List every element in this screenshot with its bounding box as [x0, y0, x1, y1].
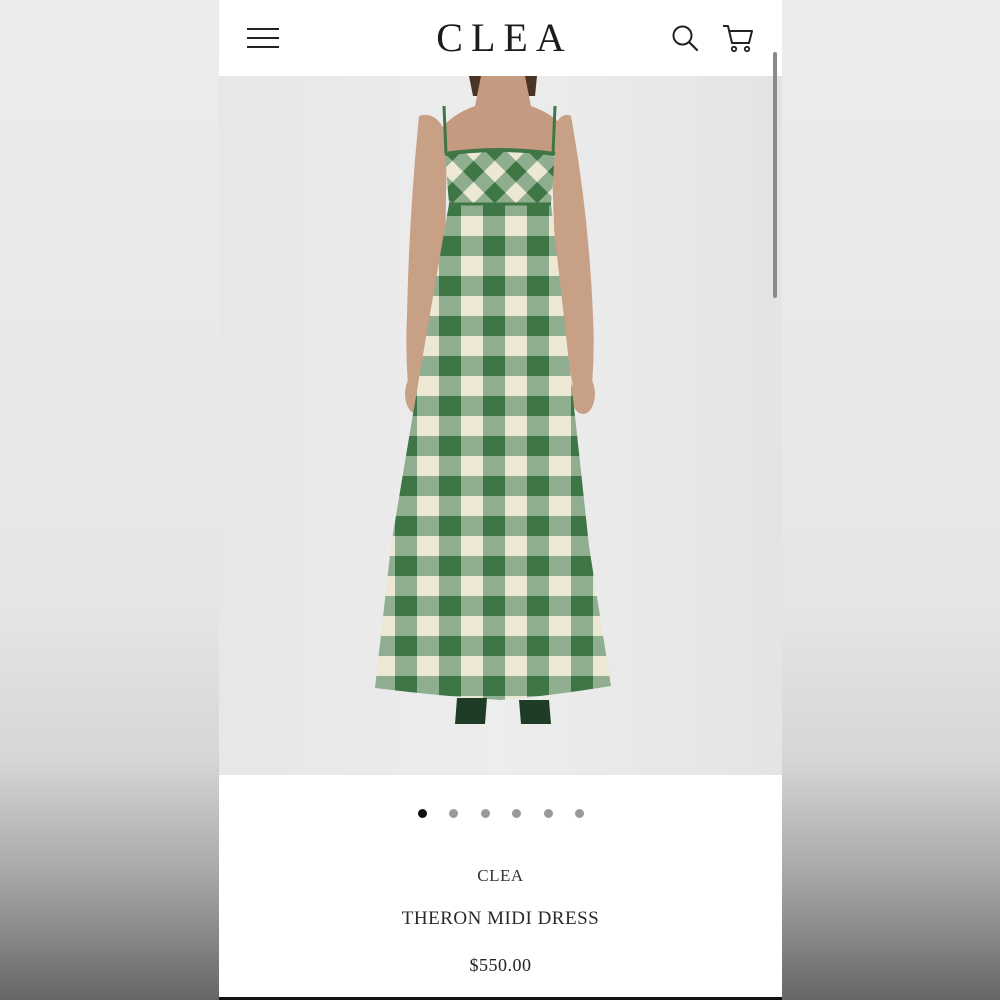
- product-price: $550.00: [469, 955, 532, 975]
- carousel-dot-2[interactable]: [449, 809, 458, 818]
- carousel-dot-5[interactable]: [544, 809, 553, 818]
- search-button[interactable]: [671, 24, 699, 52]
- carousel-dot-4[interactable]: [512, 809, 521, 818]
- cart-button[interactable]: [721, 22, 755, 54]
- search-icon: [672, 25, 699, 52]
- carousel-dot-1[interactable]: [418, 809, 427, 818]
- background-right: [782, 0, 1000, 1000]
- scrollbar[interactable]: [773, 52, 777, 298]
- carousel-dot-6[interactable]: [575, 809, 584, 818]
- shopping-cart-icon: [723, 25, 753, 53]
- product-title: THERON MIDI DRESS: [401, 908, 600, 929]
- product-photo: [375, 76, 611, 724]
- mobile-viewport: CLEA CLEA THERON MIDI DRESS $550.00: [219, 0, 782, 1000]
- product-brand[interactable]: CLEA: [219, 866, 782, 886]
- site-header: CLEA: [219, 0, 782, 76]
- carousel-dots: [219, 809, 782, 819]
- background-left: [0, 0, 219, 1000]
- product-image[interactable]: [219, 76, 782, 775]
- carousel-dot-3[interactable]: [481, 809, 490, 818]
